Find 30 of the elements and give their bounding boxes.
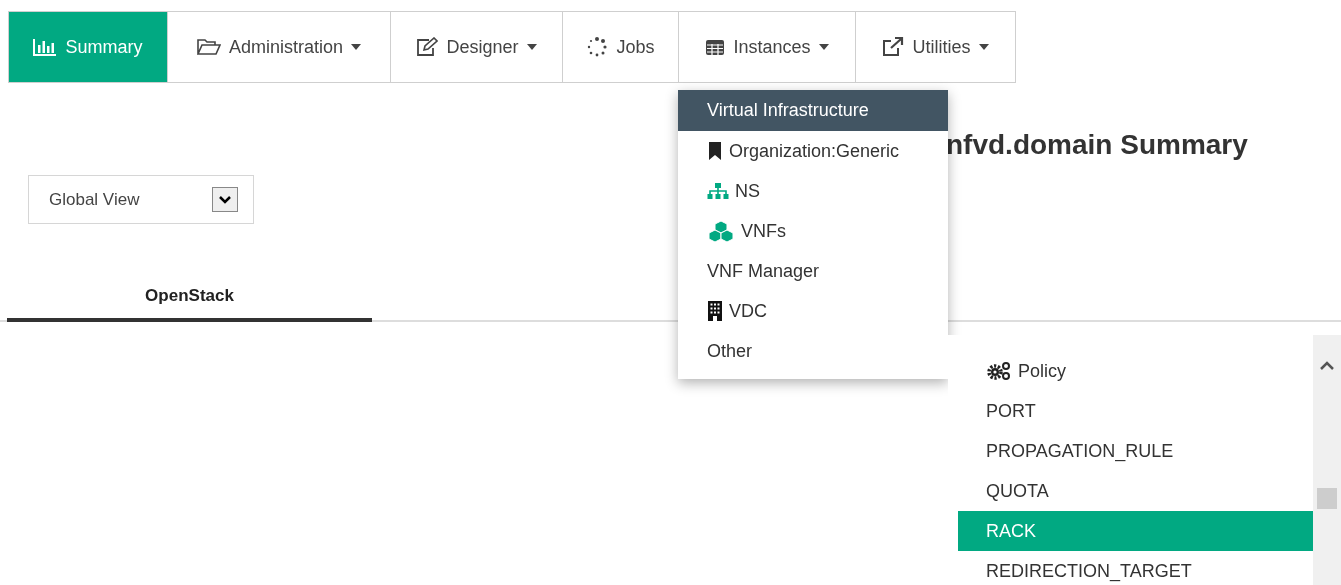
scroll-up-icon[interactable] (1319, 361, 1335, 371)
tab[interactable]: OpenStack (7, 273, 372, 322)
scroll-thumb[interactable] (1317, 488, 1337, 509)
list-item[interactable]: Policy (958, 351, 1313, 391)
cubes-icon (707, 220, 735, 242)
page-title: nfvd.domain Summary (946, 128, 1248, 162)
folder-icon (196, 38, 221, 56)
table-icon (705, 38, 726, 56)
list-item[interactable]: REDIRECTION_TARGET (958, 551, 1313, 585)
edit-icon (416, 37, 439, 57)
menu-item[interactable]: VNF Manager (678, 251, 948, 291)
menu-item[interactable]: VNFs (678, 211, 948, 251)
scrollbar[interactable] (1313, 335, 1341, 585)
menu-item[interactable]: Organization:Generic (678, 131, 948, 171)
menu-item[interactable]: VDC (678, 291, 948, 331)
external-link-icon (882, 37, 905, 57)
sitemap-icon (707, 182, 729, 200)
menu-item[interactable]: Other (678, 331, 948, 371)
gears-icon (986, 361, 1012, 381)
menu-item[interactable]: NS (678, 171, 948, 211)
view-select[interactable]: Global View (28, 175, 254, 224)
bookmark-icon (707, 141, 723, 161)
menu-item[interactable]: Virtual Infrastructure (678, 90, 948, 131)
view-select-value: Global View (49, 188, 140, 211)
bar-chart-icon (33, 38, 58, 56)
list-item[interactable]: QUOTA (958, 471, 1313, 511)
list-item[interactable]: PORT (958, 391, 1313, 431)
spinner-icon (586, 36, 609, 58)
list-item[interactable]: PROPAGATION_RULE (958, 431, 1313, 471)
building-icon (707, 300, 723, 322)
